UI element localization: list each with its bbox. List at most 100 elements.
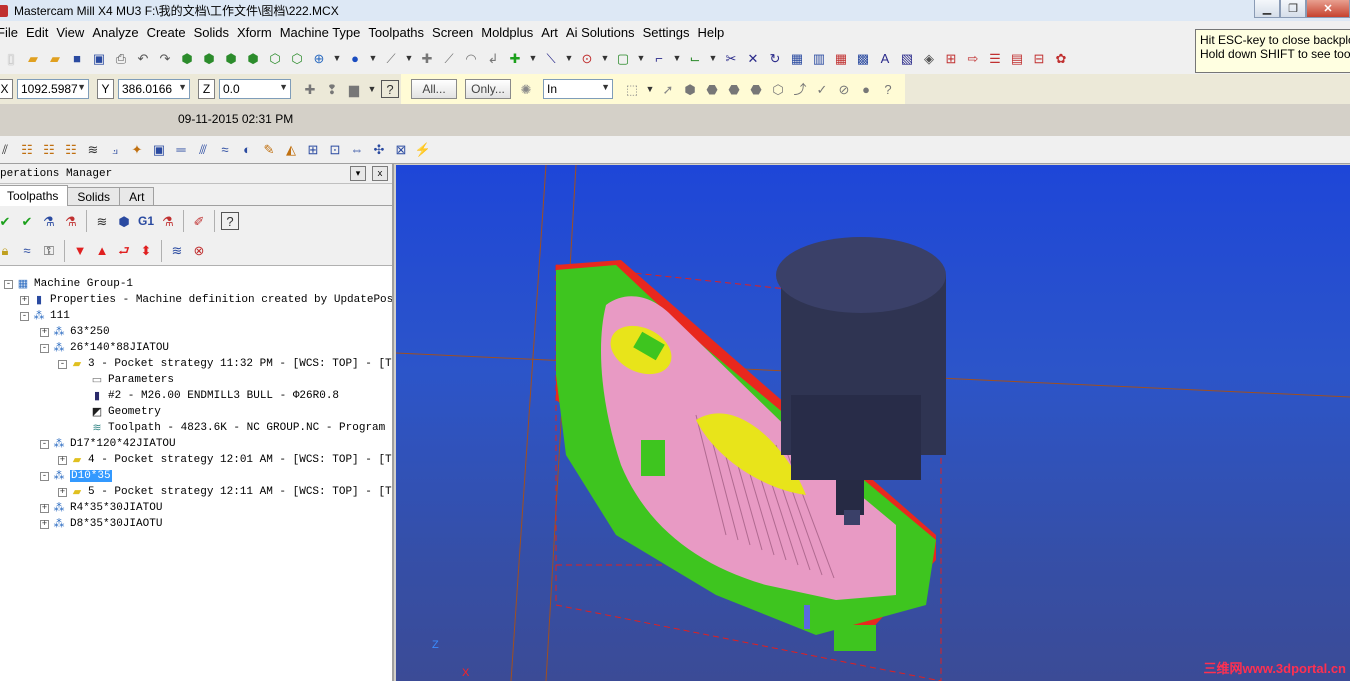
refresh-icon[interactable]: ↻: [766, 50, 784, 68]
tree-node[interactable]: - ⁂ 111: [0, 308, 392, 324]
collapse-icon[interactable]: -: [4, 279, 13, 289]
cube-top-icon[interactable]: ⬢: [178, 50, 196, 68]
line-endpoints-icon[interactable]: ⟍: [542, 50, 560, 68]
chevron-down-icon[interactable]: ▼: [527, 50, 539, 68]
menu-help[interactable]: Help: [698, 25, 733, 40]
expand-icon[interactable]: +: [58, 455, 67, 465]
tree-node[interactable]: - ⁂ D10*35: [0, 468, 392, 484]
tree-node[interactable]: ≋ Toolpath - 4823.6K - NC GROUP.NC - Prog…: [0, 420, 392, 436]
tab-art[interactable]: Art: [119, 187, 155, 205]
tab-solids[interactable]: Solids: [67, 187, 121, 205]
close-panel-button[interactable]: x: [372, 166, 388, 181]
cube-wire-icon[interactable]: ⬡: [266, 50, 284, 68]
rectangle-icon[interactable]: ▢: [614, 50, 632, 68]
surface-hs-icon[interactable]: ◐: [238, 141, 256, 159]
menu-ai-solutions[interactable]: Ai Solutions: [566, 25, 643, 40]
chevron-down-icon[interactable]: ▼: [563, 50, 575, 68]
pocket-toolpath-icon[interactable]: ☷: [40, 141, 58, 159]
pin-button[interactable]: ▾: [350, 166, 366, 181]
tree-node[interactable]: + ▮ Properties - Machine definition create…: [0, 292, 392, 308]
chevron-down-icon[interactable]: ▼: [77, 82, 86, 92]
menu-edit[interactable]: Edit: [26, 25, 56, 40]
tab-toolpaths[interactable]: Toolpaths: [0, 185, 69, 206]
color-grid-icon[interactable]: ▦: [832, 50, 850, 68]
cursor-select-icon[interactable]: ➚: [659, 80, 677, 98]
menu-xform[interactable]: Xform: [237, 25, 280, 40]
help-icon[interactable]: ?: [381, 80, 399, 98]
save-icon[interactable]: ■: [68, 50, 86, 68]
menu-toolpaths[interactable]: Toolpaths: [368, 25, 432, 40]
expand-icon[interactable]: +: [20, 295, 29, 305]
collapse-icon[interactable]: -: [20, 311, 29, 321]
maximize-button[interactable]: ❐: [1280, 0, 1306, 18]
save-as-icon[interactable]: ▣: [90, 50, 108, 68]
tree-node[interactable]: - ⁂ D17*120*42JIATOU: [0, 436, 392, 452]
fast-point-icon[interactable]: ✚: [301, 80, 319, 98]
transform-toolpath-icon[interactable]: ▣: [150, 141, 168, 159]
minimize-button[interactable]: ▁: [1254, 0, 1280, 18]
menu-solids[interactable]: Solids: [194, 25, 237, 40]
nest-icon[interactable]: ✣: [370, 141, 388, 159]
chevron-down-icon[interactable]: ▼: [644, 80, 656, 98]
insert-arrow-icon[interactable]: ⮐: [115, 242, 133, 260]
toggle-post-icon[interactable]: ⚿: [40, 242, 58, 260]
scroll-arrow-icon[interactable]: ⬍: [137, 242, 155, 260]
chevron-down-icon[interactable]: ▼: [601, 82, 610, 92]
spreadsheet-icon[interactable]: ⊟: [1030, 50, 1048, 68]
tree-node[interactable]: + ⁂ D8*35*30JIAOTU: [0, 516, 392, 532]
selection-mask-icon[interactable]: ✺: [517, 80, 535, 98]
line-icon[interactable]: ⟋: [440, 50, 458, 68]
bug-icon[interactable]: ✿: [1052, 50, 1070, 68]
collapse-icon[interactable]: -: [40, 439, 49, 449]
cube-iso-icon[interactable]: ⬢: [244, 50, 262, 68]
x-coord-label[interactable]: X: [0, 79, 13, 99]
verify-icon[interactable]: ⬢: [115, 212, 133, 230]
chevron-down-icon[interactable]: ▼: [178, 82, 187, 92]
text-icon[interactable]: A: [876, 50, 894, 68]
wand-icon[interactable]: ⟋: [382, 50, 400, 68]
redo-icon[interactable]: ↷: [156, 50, 174, 68]
trim-icon[interactable]: ✂: [722, 50, 740, 68]
face-select-icon[interactable]: ⬣: [703, 80, 721, 98]
window-select-icon[interactable]: ⬚: [623, 80, 641, 98]
tree-node[interactable]: ▮ #2 - M26.00 ENDMILL3 BULL - Φ26R0.8: [0, 388, 392, 404]
engrave-toolpath-icon[interactable]: ✦: [128, 141, 146, 159]
stop-select-icon[interactable]: ●: [857, 80, 875, 98]
delete-ops-icon[interactable]: ✐: [190, 212, 208, 230]
hatch-lines-icon[interactable]: ☰: [986, 50, 1004, 68]
expand-icon[interactable]: +: [40, 327, 49, 337]
lock-icon[interactable]: 🔒︎: [0, 242, 14, 260]
expand-icon[interactable]: +: [40, 503, 49, 513]
open-file-icon[interactable]: ▰: [24, 50, 42, 68]
ops-help-icon[interactable]: ?: [221, 212, 239, 230]
green-plus-icon[interactable]: ✚: [506, 50, 524, 68]
snap-icon[interactable]: ▆: [345, 80, 363, 98]
move-up-icon[interactable]: ▲: [93, 242, 111, 260]
trim-toolpath-icon[interactable]: ⇔: [348, 141, 366, 159]
high-feed-icon[interactable]: ⚗: [159, 212, 177, 230]
collapse-icon[interactable]: -: [58, 359, 67, 369]
surface-flow-icon[interactable]: ≈: [216, 141, 234, 159]
circle-center-icon[interactable]: ⊙: [578, 50, 596, 68]
leftover-toolpath-icon[interactable]: ◭: [282, 141, 300, 159]
cube-back-icon[interactable]: ⬡: [288, 50, 306, 68]
select-only-button[interactable]: Only...: [465, 79, 511, 99]
select-dirty-ops-icon[interactable]: ✔: [18, 212, 36, 230]
surface-finish-icon[interactable]: ⫻: [194, 141, 212, 159]
chevron-down-icon[interactable]: ▼: [403, 50, 415, 68]
z-coord-input[interactable]: 0.0 ▼: [219, 79, 291, 99]
menu-art[interactable]: Art: [541, 25, 566, 40]
slot-toolpath-icon[interactable]: ≋: [84, 141, 102, 159]
new-file-icon[interactable]: ▯: [2, 50, 20, 68]
collapse-icon[interactable]: -: [40, 471, 49, 481]
y-coord-label[interactable]: Y: [97, 79, 114, 99]
collapse-icon[interactable]: -: [40, 343, 49, 353]
tree-node[interactable]: + ▰ 5 - Pocket strategy 12:11 AM - [WCS: T…: [0, 484, 392, 500]
lightning-toolpath-icon[interactable]: ⚡: [414, 141, 432, 159]
edge-select-icon[interactable]: ⬣: [747, 80, 765, 98]
hatch-icon[interactable]: ▧: [898, 50, 916, 68]
only-display-icon[interactable]: ≋: [168, 242, 186, 260]
open-edit-icon[interactable]: ▰: [46, 50, 64, 68]
body-select-icon[interactable]: ⬣: [725, 80, 743, 98]
menu-machine-type[interactable]: Machine Type: [280, 25, 369, 40]
